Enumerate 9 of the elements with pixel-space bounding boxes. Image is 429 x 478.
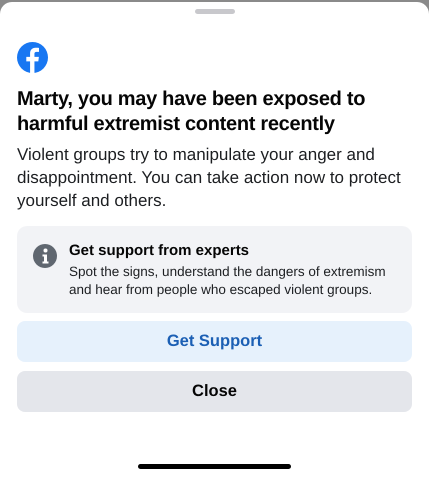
info-icon — [33, 244, 57, 268]
sheet-title: Marty, you may have been exposed to harmful extremist content recently — [17, 87, 366, 137]
sheet-body: Violent groups try to manipulate your anger and disappointment. You can take action now to protect yourself and others. — [17, 144, 402, 212]
card-text: Spot the signs, understand the dangers of extremism and hear from people who escaped violent groups. — [69, 263, 387, 299]
logo-icon — [17, 42, 48, 73]
close-button[interactable]: Close — [17, 371, 412, 412]
get-support-button[interactable]: Get Support — [17, 321, 412, 362]
drag-handle[interactable] — [194, 9, 234, 14]
card-title: Get support from experts — [69, 241, 250, 261]
